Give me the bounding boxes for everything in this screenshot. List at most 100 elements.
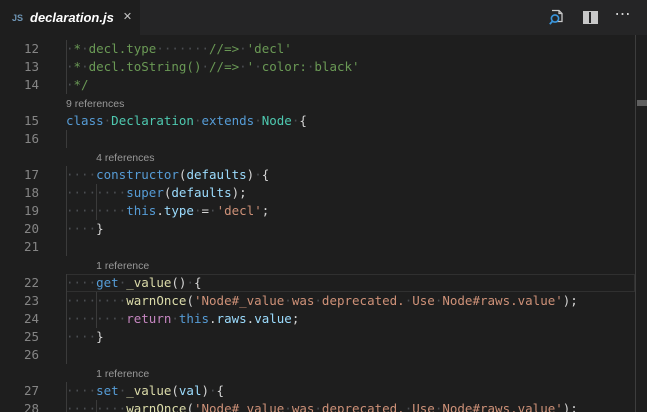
token-punct: ( [186, 401, 194, 412]
line-content: ····} [66, 328, 635, 346]
token-keyword: super [126, 185, 164, 200]
whitespace-dots: · [307, 59, 315, 74]
whitespace-dots: · [435, 293, 443, 308]
line-number[interactable]: 14 [0, 76, 66, 94]
line-content: 1 reference [66, 364, 635, 382]
code-line[interactable]: 23········warnOnce('Node#_value·was·depr… [0, 292, 635, 310]
code-line[interactable]: 14·*/ [0, 76, 635, 94]
whitespace-dots: · [405, 401, 413, 412]
whitespace-dots: · [284, 293, 292, 308]
token-variable: raws [217, 311, 247, 326]
token-punct: ); [563, 293, 578, 308]
line-number[interactable]: 12 [0, 40, 66, 58]
code-line[interactable]: 20····} [0, 220, 635, 238]
code-line[interactable]: 21 [0, 238, 635, 256]
codelens-row[interactable]: 1 reference [0, 256, 635, 274]
line-content: ········this.type·=·'decl'; [66, 202, 635, 220]
token-keyword: this [179, 311, 209, 326]
whitespace-dots: · [254, 113, 262, 128]
whitespace-dots: ······· [156, 41, 209, 56]
code-line[interactable]: 16 [0, 130, 635, 148]
token-punct: ···· [66, 167, 96, 182]
vscode-window: JS declaration.js ✕ ⋯ [0, 0, 647, 412]
token-punct: ·=· [194, 203, 217, 218]
line-content [66, 238, 635, 256]
token-comment: ·*·decl.type·······//=>·'decl' [66, 41, 292, 56]
codelens-references[interactable]: 1 reference [96, 257, 149, 275]
more-actions-icon[interactable]: ⋯ [612, 7, 634, 29]
codelens-references[interactable]: 1 reference [96, 365, 149, 383]
line-number[interactable]: 17 [0, 166, 66, 184]
code-line[interactable]: 22····get·_value()·{ [0, 274, 635, 292]
line-number[interactable]: 18 [0, 184, 66, 202]
whitespace-dots: ···· [66, 167, 96, 182]
token-string: 'decl' [217, 203, 262, 218]
code-lines: 12·*·decl.type·······//=>·'decl'13·*·dec… [0, 40, 635, 412]
line-number[interactable]: 19 [0, 202, 66, 220]
line-number[interactable]: 27 [0, 382, 66, 400]
token-punct: . [156, 203, 164, 218]
split-editor-icon[interactable] [579, 7, 601, 29]
line-content: ·*·decl.type·······//=>·'decl' [66, 40, 635, 58]
whitespace-dots: · [171, 311, 179, 326]
whitespace-dots: ···· [66, 383, 96, 398]
open-preview-magnifier-icon[interactable] [546, 7, 568, 29]
whitespace-dots: · [66, 59, 74, 74]
code-editor[interactable]: 12·*·decl.type·······//=>·'decl'13·*·dec… [0, 35, 647, 412]
codelens-row[interactable]: 1 reference [0, 364, 635, 382]
scrollbar[interactable] [635, 35, 647, 412]
code-line[interactable]: 19········this.type·=·'decl'; [0, 202, 635, 220]
line-number [0, 94, 66, 112]
line-number [0, 148, 66, 166]
code-line[interactable]: 17····constructor(defaults)·{ [0, 166, 635, 184]
line-content: ·*·decl.toString()·//=>·'·color:·black' [66, 58, 635, 76]
indent-guide [66, 166, 67, 184]
code-line[interactable]: 25····} [0, 328, 635, 346]
token-comment: ·*/ [66, 77, 89, 92]
code-line[interactable]: 15class·Declaration·extends·Node·{ [0, 112, 635, 130]
token-comment: ·*·decl.toString()·//=>·'·color:·black' [66, 59, 360, 74]
tab-declaration-js[interactable]: JS declaration.js ✕ [0, 0, 140, 35]
preview-icon-svg [548, 8, 567, 27]
whitespace-dots: · [186, 275, 194, 290]
line-number[interactable]: 28 [0, 400, 66, 412]
line-number[interactable]: 25 [0, 328, 66, 346]
whitespace-dots: · [405, 293, 413, 308]
token-punct: ( [171, 383, 179, 398]
codelens-row[interactable]: 9 references [0, 94, 635, 112]
line-number[interactable]: 26 [0, 346, 66, 364]
line-number[interactable]: 20 [0, 220, 66, 238]
line-number[interactable]: 13 [0, 58, 66, 76]
code-line[interactable]: 28········warnOnce('Node#_value·was·depr… [0, 400, 635, 412]
indent-guide [66, 76, 67, 94]
line-content [66, 346, 635, 364]
indent-guide [96, 310, 97, 328]
code-line[interactable]: 18········super(defaults); [0, 184, 635, 202]
whitespace-dots: · [284, 401, 292, 412]
token-string: 'Node#_value·was·deprecated.·Use·Node#ra… [194, 293, 563, 308]
close-icon[interactable]: ✕ [123, 12, 132, 23]
code-line[interactable]: 24········return·this.raws.value; [0, 310, 635, 328]
codelens-references[interactable]: 4 references [96, 149, 154, 167]
line-content: ····constructor(defaults)·{ [66, 166, 635, 184]
indent-guide [96, 202, 97, 220]
indent-guide [96, 184, 97, 202]
code-line[interactable]: 13·*·decl.toString()·//=>·'·color:·black… [0, 58, 635, 76]
codelens-row[interactable]: 4 references [0, 148, 635, 166]
codelens-references[interactable]: 9 references [66, 95, 124, 113]
code-line[interactable]: 26 [0, 346, 635, 364]
indent-guide [66, 40, 67, 58]
line-number[interactable]: 24 [0, 310, 66, 328]
token-punct: ()·{ [171, 275, 201, 290]
code-line[interactable]: 12·*·decl.type·······//=>·'decl' [0, 40, 635, 58]
indent-guide [66, 346, 67, 364]
line-number[interactable]: 16 [0, 130, 66, 148]
line-number[interactable]: 21 [0, 238, 66, 256]
token-punct: ; [292, 311, 300, 326]
line-number[interactable]: 22 [0, 274, 66, 292]
code-line[interactable]: 27····set·_value(val)·{ [0, 382, 635, 400]
token-punct: ····} [66, 221, 104, 236]
line-number[interactable]: 23 [0, 292, 66, 310]
whitespace-dots: · [435, 401, 443, 412]
line-number[interactable]: 15 [0, 112, 66, 130]
